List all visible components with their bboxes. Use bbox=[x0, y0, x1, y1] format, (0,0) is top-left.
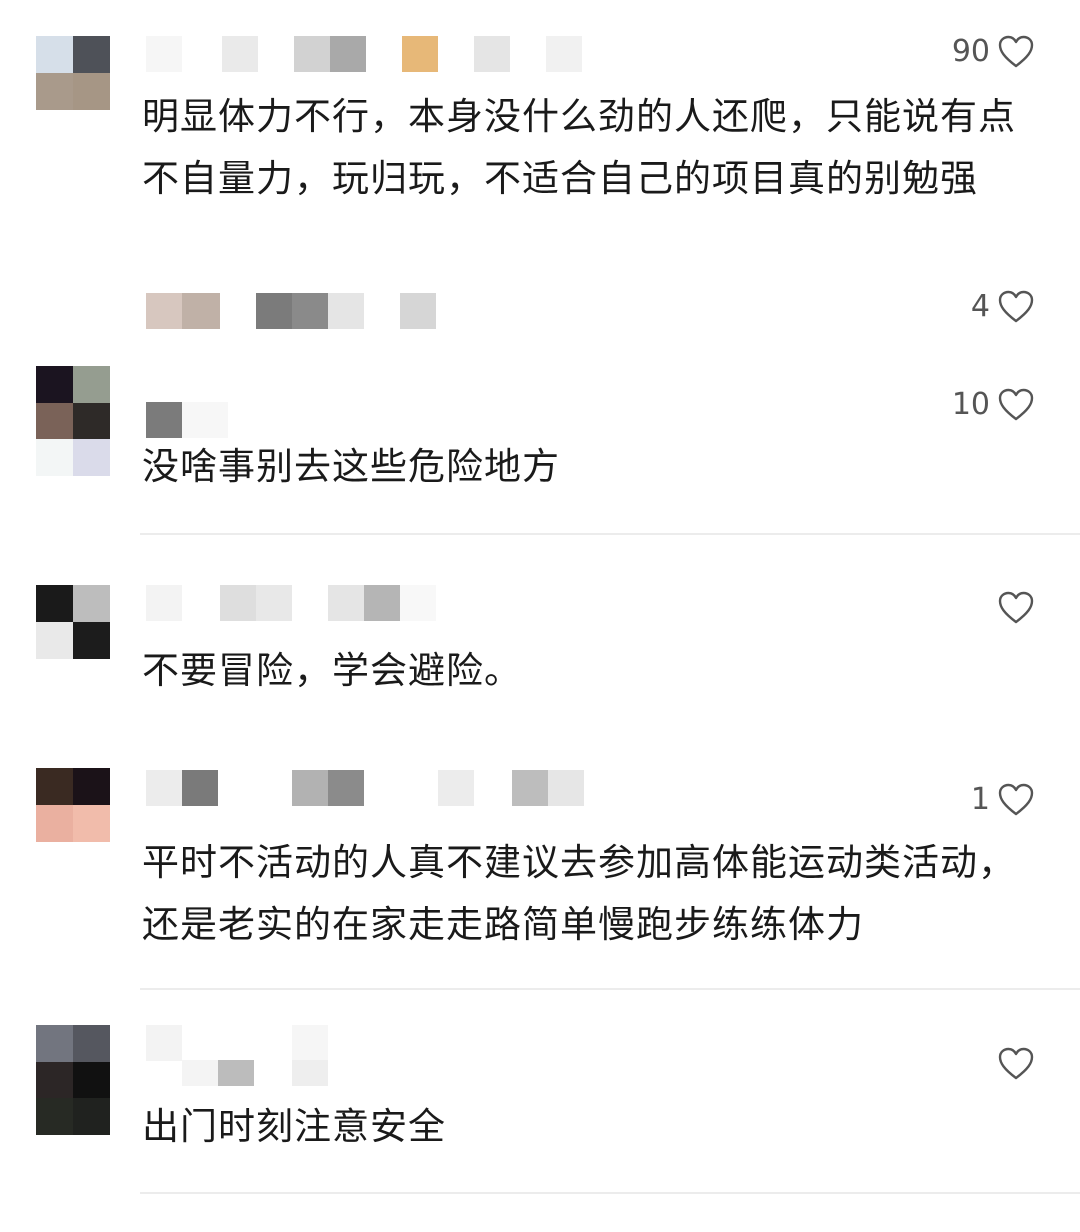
username-blurred[interactable] bbox=[146, 1025, 328, 1061]
avatar[interactable] bbox=[36, 768, 110, 842]
avatar[interactable] bbox=[36, 366, 110, 476]
like-count: 90 bbox=[951, 34, 990, 69]
username-blurred-second-line bbox=[182, 1060, 328, 1086]
like-button[interactable]: 1 bbox=[971, 782, 1034, 817]
comment-text: 明显体力不行，本身没什么劲的人还爬，只能说有点不自量力，玩归玩，不适合自己的项目… bbox=[142, 95, 1016, 200]
like-button[interactable]: 10 bbox=[952, 387, 1034, 422]
like-button[interactable] bbox=[990, 591, 1034, 625]
comment-text: 平时不活动的人真不建议去参加高体能运动类活动，还是老实的在家走走路简单慢跑步练练… bbox=[142, 841, 1016, 946]
username-blurred[interactable] bbox=[146, 770, 584, 806]
heart-outline-icon bbox=[998, 388, 1034, 420]
reply-username-blurred[interactable] bbox=[146, 293, 436, 329]
heart-outline-icon bbox=[998, 290, 1034, 322]
username-blurred[interactable] bbox=[146, 402, 228, 438]
divider bbox=[140, 533, 1080, 535]
like-button[interactable] bbox=[990, 1047, 1034, 1081]
divider bbox=[140, 988, 1080, 990]
avatar[interactable] bbox=[36, 36, 110, 110]
divider bbox=[140, 1192, 1080, 1194]
heart-outline-icon bbox=[998, 591, 1034, 624]
avatar[interactable] bbox=[36, 1025, 110, 1135]
comment-text: 没啥事别去这些危险地方 bbox=[142, 445, 560, 488]
heart-outline-icon bbox=[998, 1047, 1034, 1080]
reply-like-count: 4 bbox=[970, 289, 990, 324]
username-blurred[interactable] bbox=[146, 585, 436, 621]
heart-outline-icon bbox=[998, 35, 1034, 67]
reply-like-button[interactable]: 4 bbox=[971, 289, 1034, 324]
like-button[interactable]: 90 bbox=[952, 34, 1034, 69]
comment-text: 不要冒险，学会避险。 bbox=[142, 649, 522, 692]
comment-text: 出门时刻注意安全 bbox=[142, 1105, 446, 1148]
username-blurred[interactable] bbox=[146, 36, 582, 72]
avatar[interactable] bbox=[36, 585, 110, 659]
heart-outline-icon bbox=[998, 783, 1034, 815]
like-count: 10 bbox=[951, 387, 990, 422]
like-count: 1 bbox=[970, 782, 990, 817]
